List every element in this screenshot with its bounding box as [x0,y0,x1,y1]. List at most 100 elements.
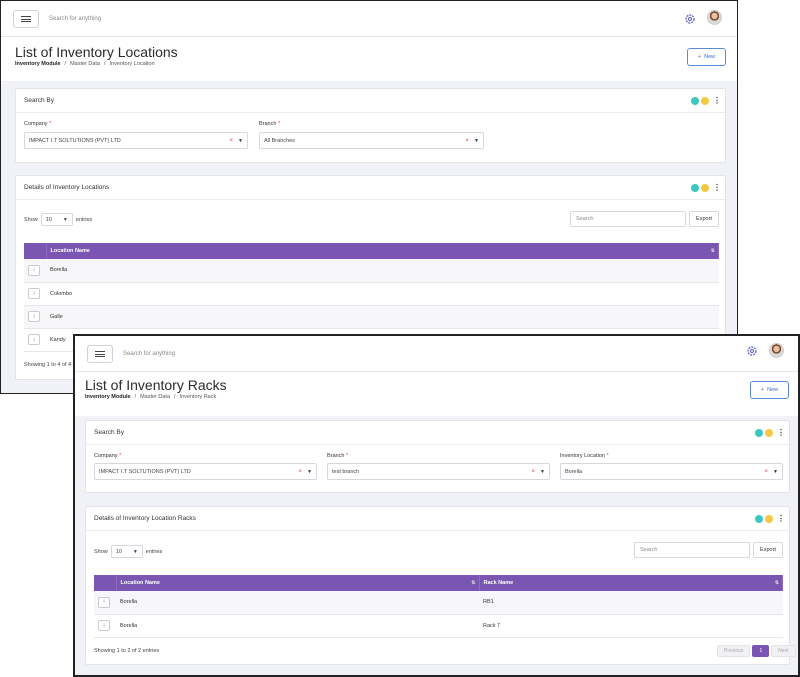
refresh-dot-icon[interactable] [765,515,773,523]
clear-icon[interactable]: × [298,469,302,475]
sort-icon[interactable]: ⇅ [711,248,715,254]
breadcrumb-item[interactable]: Inventory Module [85,394,131,400]
row-menu-icon[interactable]: ⁝ [28,264,40,276]
global-search-input[interactable]: Search for anything [49,16,101,22]
panel-controls: ⋮ [755,429,785,437]
more-options-icon[interactable]: ⋮ [713,184,721,192]
more-options-icon[interactable]: ⋮ [777,515,785,523]
global-search-input[interactable]: Search for anything [123,351,175,357]
plus-icon: + [760,387,765,393]
entries-label: entries [145,548,163,555]
new-button[interactable]: + New [687,48,726,66]
inventory-location-select[interactable]: Borella × ▼ [560,463,783,480]
row-menu-icon[interactable]: ⁝ [98,596,110,608]
panel-controls: ⋮ [691,97,721,105]
search-panel-header: Search By ⋮ [86,421,789,445]
clear-icon[interactable]: × [465,138,469,144]
page-length-control: Show 10 ▼ entries [94,545,162,558]
collapse-dot-icon[interactable] [691,184,699,192]
avatar[interactable] [769,343,784,358]
refresh-dot-icon[interactable] [765,429,773,437]
breadcrumb-item[interactable]: Master Data [140,394,170,400]
refresh-dot-icon[interactable] [701,184,709,192]
location-name-cell: Borella [116,591,479,615]
clear-icon[interactable]: × [229,138,233,144]
new-button-label: New [704,54,716,60]
row-menu-icon[interactable]: ⁝ [98,620,110,631]
location-name-cell: Galle [46,305,719,329]
chevron-down-icon[interactable]: ▼ [238,138,243,144]
table-row: ⁝ Galle [24,305,719,329]
top-bar: Search for anything [1,1,737,37]
company-select[interactable]: IMPACT I.T SOLTUTIONS (PVT) LTD × ▼ [94,463,317,480]
chevron-down-icon[interactable]: ▼ [307,469,312,475]
gear-icon[interactable] [746,345,758,357]
breadcrumb-separator: / [174,394,176,400]
racks-table: Location Name ⇅ Rack Name ⇅ ⁝ Borella RB1 … [94,575,783,638]
clear-icon[interactable]: × [531,469,535,475]
collapse-dot-icon[interactable] [755,429,763,437]
breadcrumb-separator: / [104,61,106,67]
details-panel-header: Details of Inventory Locations ⋮ [16,176,725,200]
search-panel-header: Search By ⋮ [16,89,725,113]
breadcrumb: Inventory Module / Master Data / Invento… [85,394,216,400]
entries-select[interactable]: 10 ▼ [40,213,73,226]
export-button[interactable]: Export [753,542,783,558]
page-1-button[interactable]: 1 [752,645,770,657]
column-header-rack-name[interactable]: Rack Name ⇅ [479,575,783,591]
gear-icon[interactable] [684,13,696,25]
clear-icon[interactable]: × [764,469,768,475]
export-button[interactable]: Export [689,211,719,227]
row-action-cell: ⁝ [24,328,46,352]
table-row: ⁝ Borella Rack 7 [94,614,783,638]
breadcrumb-separator: / [64,61,67,67]
hamburger-icon[interactable] [13,9,39,28]
branch-label: Branch * [259,121,281,127]
row-menu-icon[interactable]: ⁝ [28,288,40,299]
next-page-button[interactable]: Next [771,645,796,657]
entries-select[interactable]: 10 ▼ [110,545,143,558]
hamburger-icon[interactable] [87,344,113,363]
more-options-icon[interactable]: ⋮ [777,429,785,437]
avatar[interactable] [707,10,722,25]
breadcrumb-separator: / [134,394,137,400]
action-column-header [24,243,47,259]
panel-controls: ⋮ [691,184,721,192]
inventory-racks-window: Search for anything List of Inventory Ra… [73,334,800,677]
show-label: Show [94,548,108,555]
table-search-input[interactable]: Search [634,542,750,558]
breadcrumb-item[interactable]: Master Data [70,61,100,67]
row-action-cell: ⁝ [94,614,116,638]
column-header-location-name[interactable]: Location Name ⇅ [116,575,480,591]
new-button[interactable]: + New [750,381,789,399]
table-row: ⁝ Colombo [24,282,719,306]
refresh-dot-icon[interactable] [701,97,709,105]
chevron-down-icon[interactable]: ▼ [773,469,778,475]
previous-page-button[interactable]: Previous [717,645,751,657]
table-info: Showing 1 to 2 of 2 entries [94,648,160,654]
breadcrumb-item[interactable]: Inventory Module [15,61,61,67]
chevron-down-icon[interactable]: ▼ [474,138,479,144]
inventory-location-value: Borella [565,468,583,475]
company-value: IMPACT I.T SOLTUTIONS (PVT) LTD [29,137,121,144]
branch-select[interactable]: test branch × ▼ [327,463,550,480]
page-length-control: Show 10 ▼ entries [24,213,92,226]
branch-select[interactable]: All Branches × ▼ [259,132,484,149]
row-menu-icon[interactable]: ⁝ [28,311,40,322]
company-select[interactable]: IMPACT I.T SOLTUTIONS (PVT) LTD × ▼ [24,132,248,149]
column-header-location-name[interactable]: Location Name ⇅ [46,243,719,259]
branch-label: Branch * [327,453,349,459]
table-search-input[interactable]: Search [570,211,686,227]
row-menu-icon[interactable]: ⁝ [28,334,40,345]
sort-icon[interactable]: ⇅ [775,580,779,586]
row-action-cell: ⁝ [24,305,46,329]
sort-icon[interactable]: ⇅ [471,580,475,586]
table-row: ⁝ Borella [24,259,719,283]
row-action-cell: ⁝ [24,259,46,283]
collapse-dot-icon[interactable] [755,515,763,523]
breadcrumb: Inventory Module / Master Data / Invento… [15,61,155,67]
breadcrumb-item: Inventory Location [109,61,155,67]
collapse-dot-icon[interactable] [691,97,699,105]
chevron-down-icon[interactable]: ▼ [540,469,545,475]
more-options-icon[interactable]: ⋮ [713,97,721,105]
